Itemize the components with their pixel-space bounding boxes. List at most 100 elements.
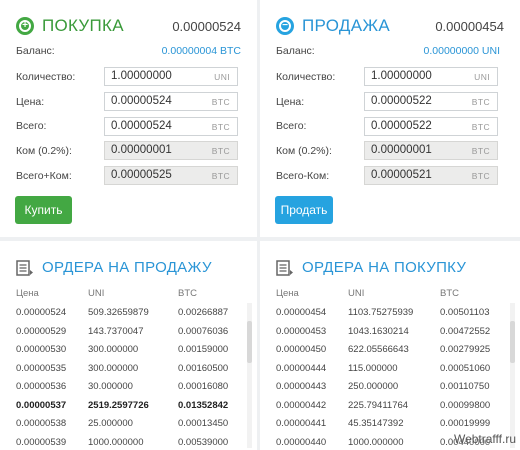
table-row[interactable]: 0.00000536 30.000000 0.00016080	[0, 381, 257, 399]
buy-totalfee-field: 0.00000525 BTC	[104, 166, 238, 185]
price-cell: 0.00000538	[16, 418, 67, 429]
btc-cell: 0.00472552	[440, 325, 491, 337]
buy-orders-scroll-thumb[interactable]	[510, 321, 515, 363]
btc-cell: 0.00051060	[440, 362, 491, 374]
buy-total-input[interactable]: 0.00000524 BTC	[104, 117, 238, 136]
price-cell: 0.00000453	[276, 325, 327, 337]
uni-cell: 1103.75275939	[348, 307, 414, 318]
buy-total-value: 0.00000524	[111, 120, 172, 132]
buy-best-price: 0.00000524	[172, 19, 241, 34]
table-row[interactable]: 0.00000450 622.05566643 0.00279925	[260, 344, 520, 362]
sell-qty-value: 1.00000000	[371, 70, 432, 82]
buy-title: ПОКУПКА	[42, 16, 124, 35]
sell-totalfee-label: Всего-Ком:	[276, 170, 330, 182]
uni-cell: 30.000000	[88, 381, 133, 392]
buy-orders-title: ОРДЕРА НА ПОКУПКУ	[302, 259, 467, 276]
btc-cell: 0.00501103	[440, 307, 490, 318]
col-header-uni: UNI	[88, 288, 105, 299]
price-cell: 0.00000529	[16, 325, 67, 337]
price-cell: 0.00000524	[16, 307, 67, 318]
uni-cell: 25.000000	[88, 418, 133, 429]
sell-header: − ПРОДАЖА 0.00000454	[276, 16, 504, 38]
buy-header: + ПОКУПКА 0.00000524	[16, 16, 241, 38]
table-row[interactable]: 0.00000444 115.000000 0.00051060	[260, 363, 520, 381]
btc-cell: 0.00279925	[440, 344, 491, 355]
order-book-icon	[276, 260, 293, 276]
sell-fee-field: 0.00000001 BTC	[364, 141, 498, 160]
sell-balance-value[interactable]: 0.00000000 UNI	[424, 45, 500, 57]
table-row[interactable]: 0.00000442 225.79411764 0.00099800	[260, 400, 520, 418]
uni-cell: 2519.2597726	[88, 399, 149, 411]
uni-cell: 1000.000000	[88, 436, 144, 448]
price-cell: 0.00000536	[16, 381, 67, 392]
buy-button[interactable]: Купить	[15, 196, 72, 224]
price-cell: 0.00000442	[276, 399, 327, 411]
uni-cell: 622.05566643	[348, 344, 409, 355]
btc-cell: 0.00539000	[178, 436, 229, 448]
price-cell: 0.00000450	[276, 344, 327, 355]
btc-cell: 0.01352842	[178, 399, 229, 411]
buy-totalfee-currency: BTC	[211, 171, 230, 181]
uni-cell: 300.000000	[88, 344, 139, 355]
sell-price-input[interactable]: 0.00000522 BTC	[364, 92, 498, 111]
sell-orders-title: ОРДЕРА НА ПРОДАЖУ	[42, 259, 212, 276]
table-row[interactable]: 0.00000453 1043.1630214 0.00472552	[260, 326, 520, 344]
sell-total-input[interactable]: 0.00000522 BTC	[364, 117, 498, 136]
btc-cell: 0.00016080	[178, 381, 229, 392]
sell-total-value: 0.00000522	[371, 120, 432, 132]
col-header-btc: BTC	[178, 288, 197, 299]
table-row[interactable]: 0.00000538 25.000000 0.00013450	[0, 418, 257, 436]
table-row[interactable]: 0.00000535 300.000000 0.00160500	[0, 363, 257, 381]
btc-cell: 0.00099800	[440, 399, 491, 411]
table-row[interactable]: 0.00000530 300.000000 0.00159000	[0, 344, 257, 362]
buy-price-input[interactable]: 0.00000524 BTC	[104, 92, 238, 111]
table-row[interactable]: 0.00000529 143.7370047 0.00076036	[0, 326, 257, 344]
buy-price-currency: BTC	[211, 97, 230, 107]
uni-cell: 1000.000000	[348, 436, 404, 448]
table-row[interactable]: 0.00000443 250.000000 0.00110750	[260, 381, 520, 399]
col-header-btc: BTC	[440, 288, 459, 299]
uni-cell: 250.000000	[348, 381, 399, 392]
btc-cell: 0.00159000	[178, 344, 229, 355]
buy-orders-panel: ОРДЕРА НА ПОКУПКУ Цена UNI BTC 0.0000045…	[260, 241, 520, 450]
buy-totalfee-value: 0.00000525	[111, 169, 172, 181]
price-cell: 0.00000530	[16, 344, 67, 355]
plus-circle-icon: +	[16, 17, 34, 35]
buy-fee-value: 0.00000001	[111, 144, 172, 156]
btc-cell: 0.00110750	[440, 381, 490, 392]
buy-total-currency: BTC	[211, 122, 230, 132]
buy-panel: + ПОКУПКА 0.00000524 Баланс: 0.00000004 …	[0, 0, 257, 237]
col-header-uni: UNI	[348, 288, 365, 299]
buy-balance-value[interactable]: 0.00000004 BTC	[162, 45, 241, 57]
sell-qty-currency: UNI	[474, 72, 490, 82]
btc-cell: 0.00160500	[178, 362, 229, 374]
buy-qty-input[interactable]: 1.00000000 UNI	[104, 67, 238, 86]
col-header-price: Цена	[16, 288, 39, 299]
table-row[interactable]: 0.00000539 1000.000000 0.00539000	[0, 437, 257, 450]
sell-title: ПРОДАЖА	[302, 16, 391, 35]
uni-cell: 509.32659879	[88, 307, 149, 318]
sell-qty-input[interactable]: 1.00000000 UNI	[364, 67, 498, 86]
buy-fee-label: Ком (0.2%):	[16, 145, 72, 157]
buy-qty-value: 1.00000000	[111, 70, 172, 82]
sell-totalfee-currency: BTC	[471, 171, 490, 181]
table-row[interactable]: 0.00000524 509.32659879 0.00266887	[0, 307, 257, 325]
uni-cell: 115.000000	[348, 362, 398, 374]
uni-cell: 1043.1630214	[348, 325, 409, 337]
uni-cell: 225.79411764	[348, 399, 409, 411]
price-cell: 0.00000454	[276, 307, 327, 318]
table-row[interactable]: 0.00000454 1103.75275939 0.00501103	[260, 307, 520, 325]
btc-cell: 0.00019999	[440, 418, 491, 429]
buy-balance-label: Баланс:	[16, 45, 55, 57]
table-row[interactable]: 0.00000537 2519.2597726 0.01352842	[0, 400, 257, 418]
buy-totalfee-label: Всего+Ком:	[16, 170, 72, 182]
sell-button[interactable]: Продать	[275, 196, 333, 224]
buy-qty-currency: UNI	[214, 72, 230, 82]
sell-total-label: Всего:	[276, 120, 307, 132]
buy-qty-label: Количество:	[16, 71, 76, 83]
sell-total-currency: BTC	[471, 122, 490, 132]
sell-orders-scroll-thumb[interactable]	[247, 321, 252, 363]
uni-cell: 45.35147392	[348, 418, 404, 429]
sell-best-price: 0.00000454	[435, 19, 504, 34]
sell-fee-value: 0.00000001	[371, 144, 432, 156]
